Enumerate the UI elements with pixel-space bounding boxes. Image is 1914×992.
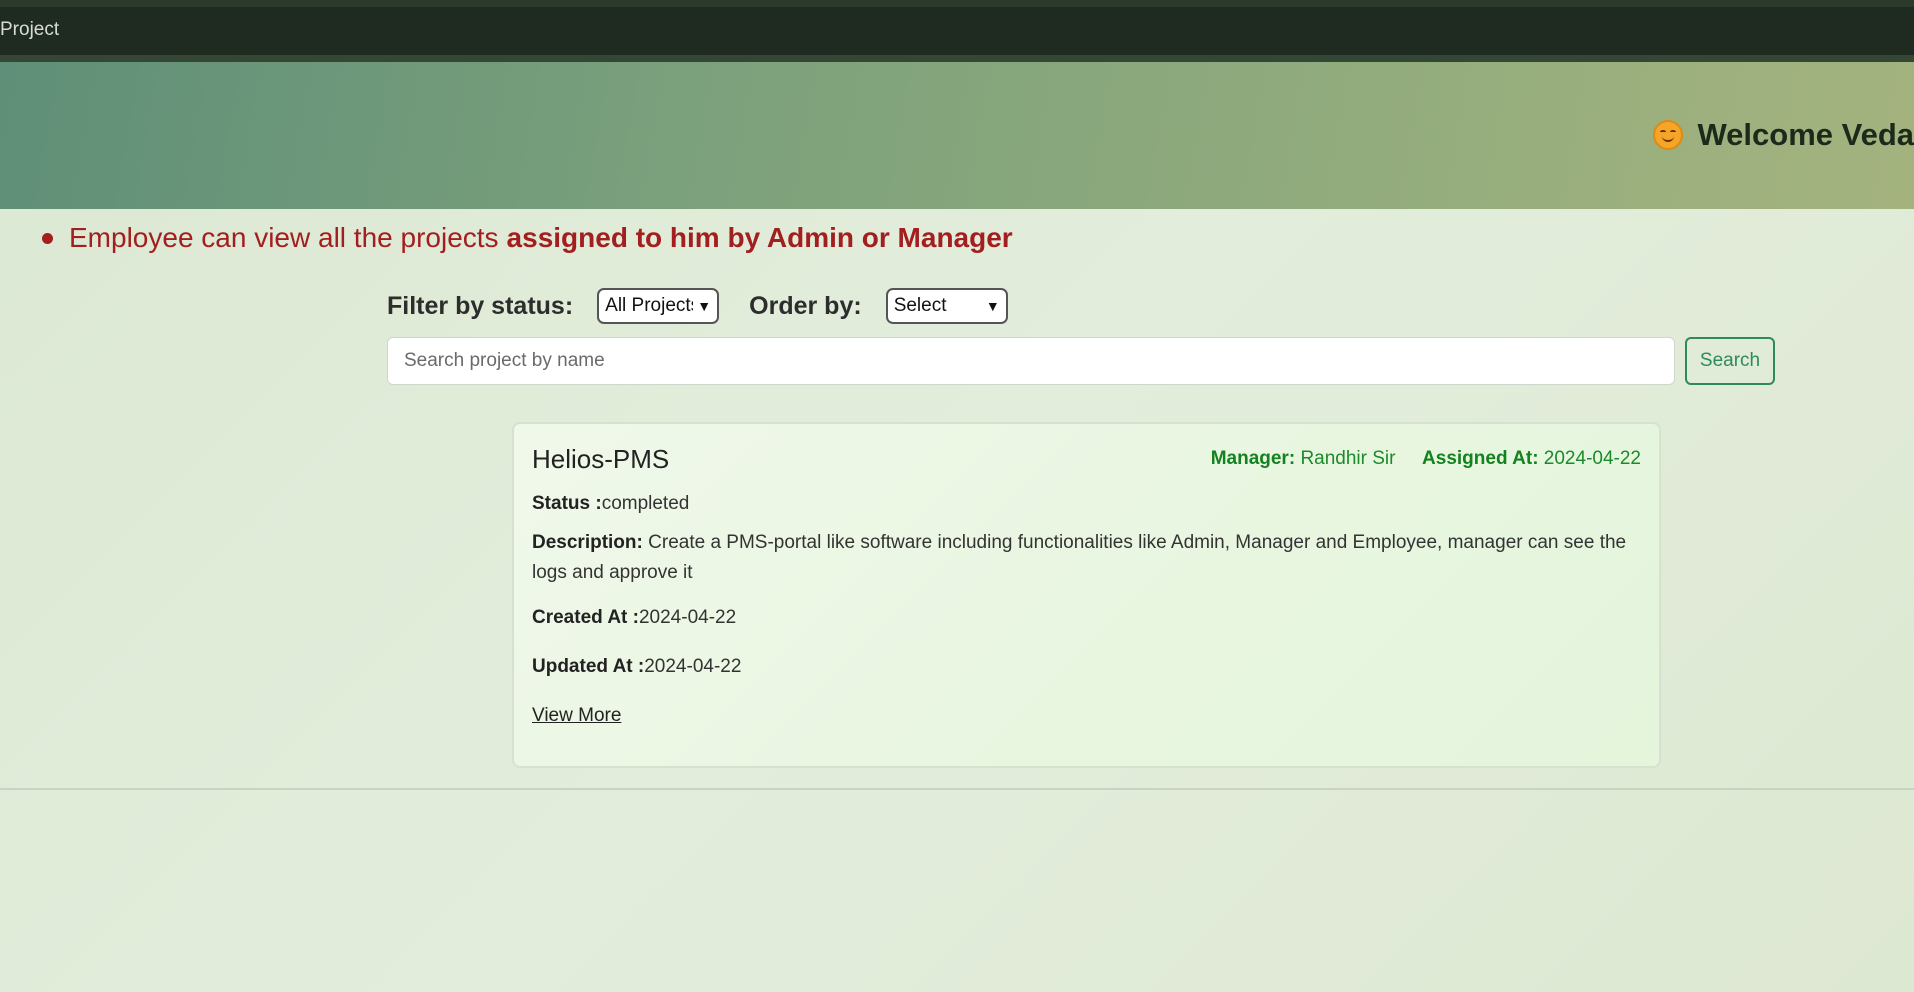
created-date: 2024-04-22 <box>638 607 737 628</box>
chevron-down-icon: ▼ <box>985 298 1000 314</box>
search-placeholder: Search project by name <box>404 350 605 371</box>
order-by-label: Order by: <box>749 291 862 320</box>
description-label: Description: <box>532 532 643 553</box>
chevron-down-icon: ▼ <box>697 298 712 314</box>
manager-label: Manager: <box>1210 448 1296 469</box>
project-meta: Manager: Randhir Sir Assigned At: 2024-0… <box>1211 448 1641 470</box>
description-row: Description: Create a PMS-portal like so… <box>532 528 1642 588</box>
description-text: Create a PMS-portal like software includ… <box>532 532 1627 583</box>
status-filter-select[interactable]: All Projects ▼ <box>597 288 720 324</box>
project-name: Helios-PMS <box>532 444 670 474</box>
updated-label: Updated At : <box>532 656 645 677</box>
welcome-text: Welcome Veda <box>1697 117 1914 152</box>
order-by-value: Select <box>893 295 947 316</box>
manager-name: Randhir Sir <box>1300 448 1396 469</box>
filter-bar: Filter by status: All Projects ▼ Order b… <box>387 288 1008 324</box>
view-more-link[interactable]: View More <box>532 705 621 726</box>
smiley-icon <box>1653 120 1684 150</box>
status-label: Status : <box>532 493 602 514</box>
status-value: completed <box>601 493 690 514</box>
view-more-row: View More <box>532 705 621 727</box>
info-note-emphasis: assigned to him by Admin or Manager <box>506 222 1013 253</box>
search-input[interactable]: Search project by name <box>387 337 1675 385</box>
bullet-icon <box>42 232 53 244</box>
assigned-label: Assigned At: <box>1422 448 1539 469</box>
status-filter-value: All Projects <box>605 295 694 316</box>
top-navbar: Project <box>0 0 1914 62</box>
project-card: Helios-PMS Manager: Randhir Sir Assigned… <box>512 422 1661 768</box>
assigned-date: 2024-04-22 <box>1543 448 1641 469</box>
created-row: Created At :2024-04-22 <box>532 607 736 629</box>
search-button[interactable]: Search <box>1685 337 1775 385</box>
updated-row: Updated At :2024-04-22 <box>532 656 741 678</box>
status-row: Status :completed <box>532 493 689 515</box>
hero-banner: Welcome Veda <box>0 62 1914 209</box>
order-by-select[interactable]: Select ▼ <box>885 288 1008 324</box>
info-note: Employee can view all the projects assig… <box>42 222 1013 254</box>
status-filter-label: Filter by status: <box>387 291 574 320</box>
info-note-text: Employee can view all the projects <box>69 222 499 253</box>
nav-item-project[interactable]: Project <box>0 19 59 41</box>
divider <box>0 788 1914 790</box>
created-label: Created At : <box>532 607 639 628</box>
updated-date: 2024-04-22 <box>644 656 742 677</box>
welcome-message: Welcome Veda <box>1653 117 1914 153</box>
